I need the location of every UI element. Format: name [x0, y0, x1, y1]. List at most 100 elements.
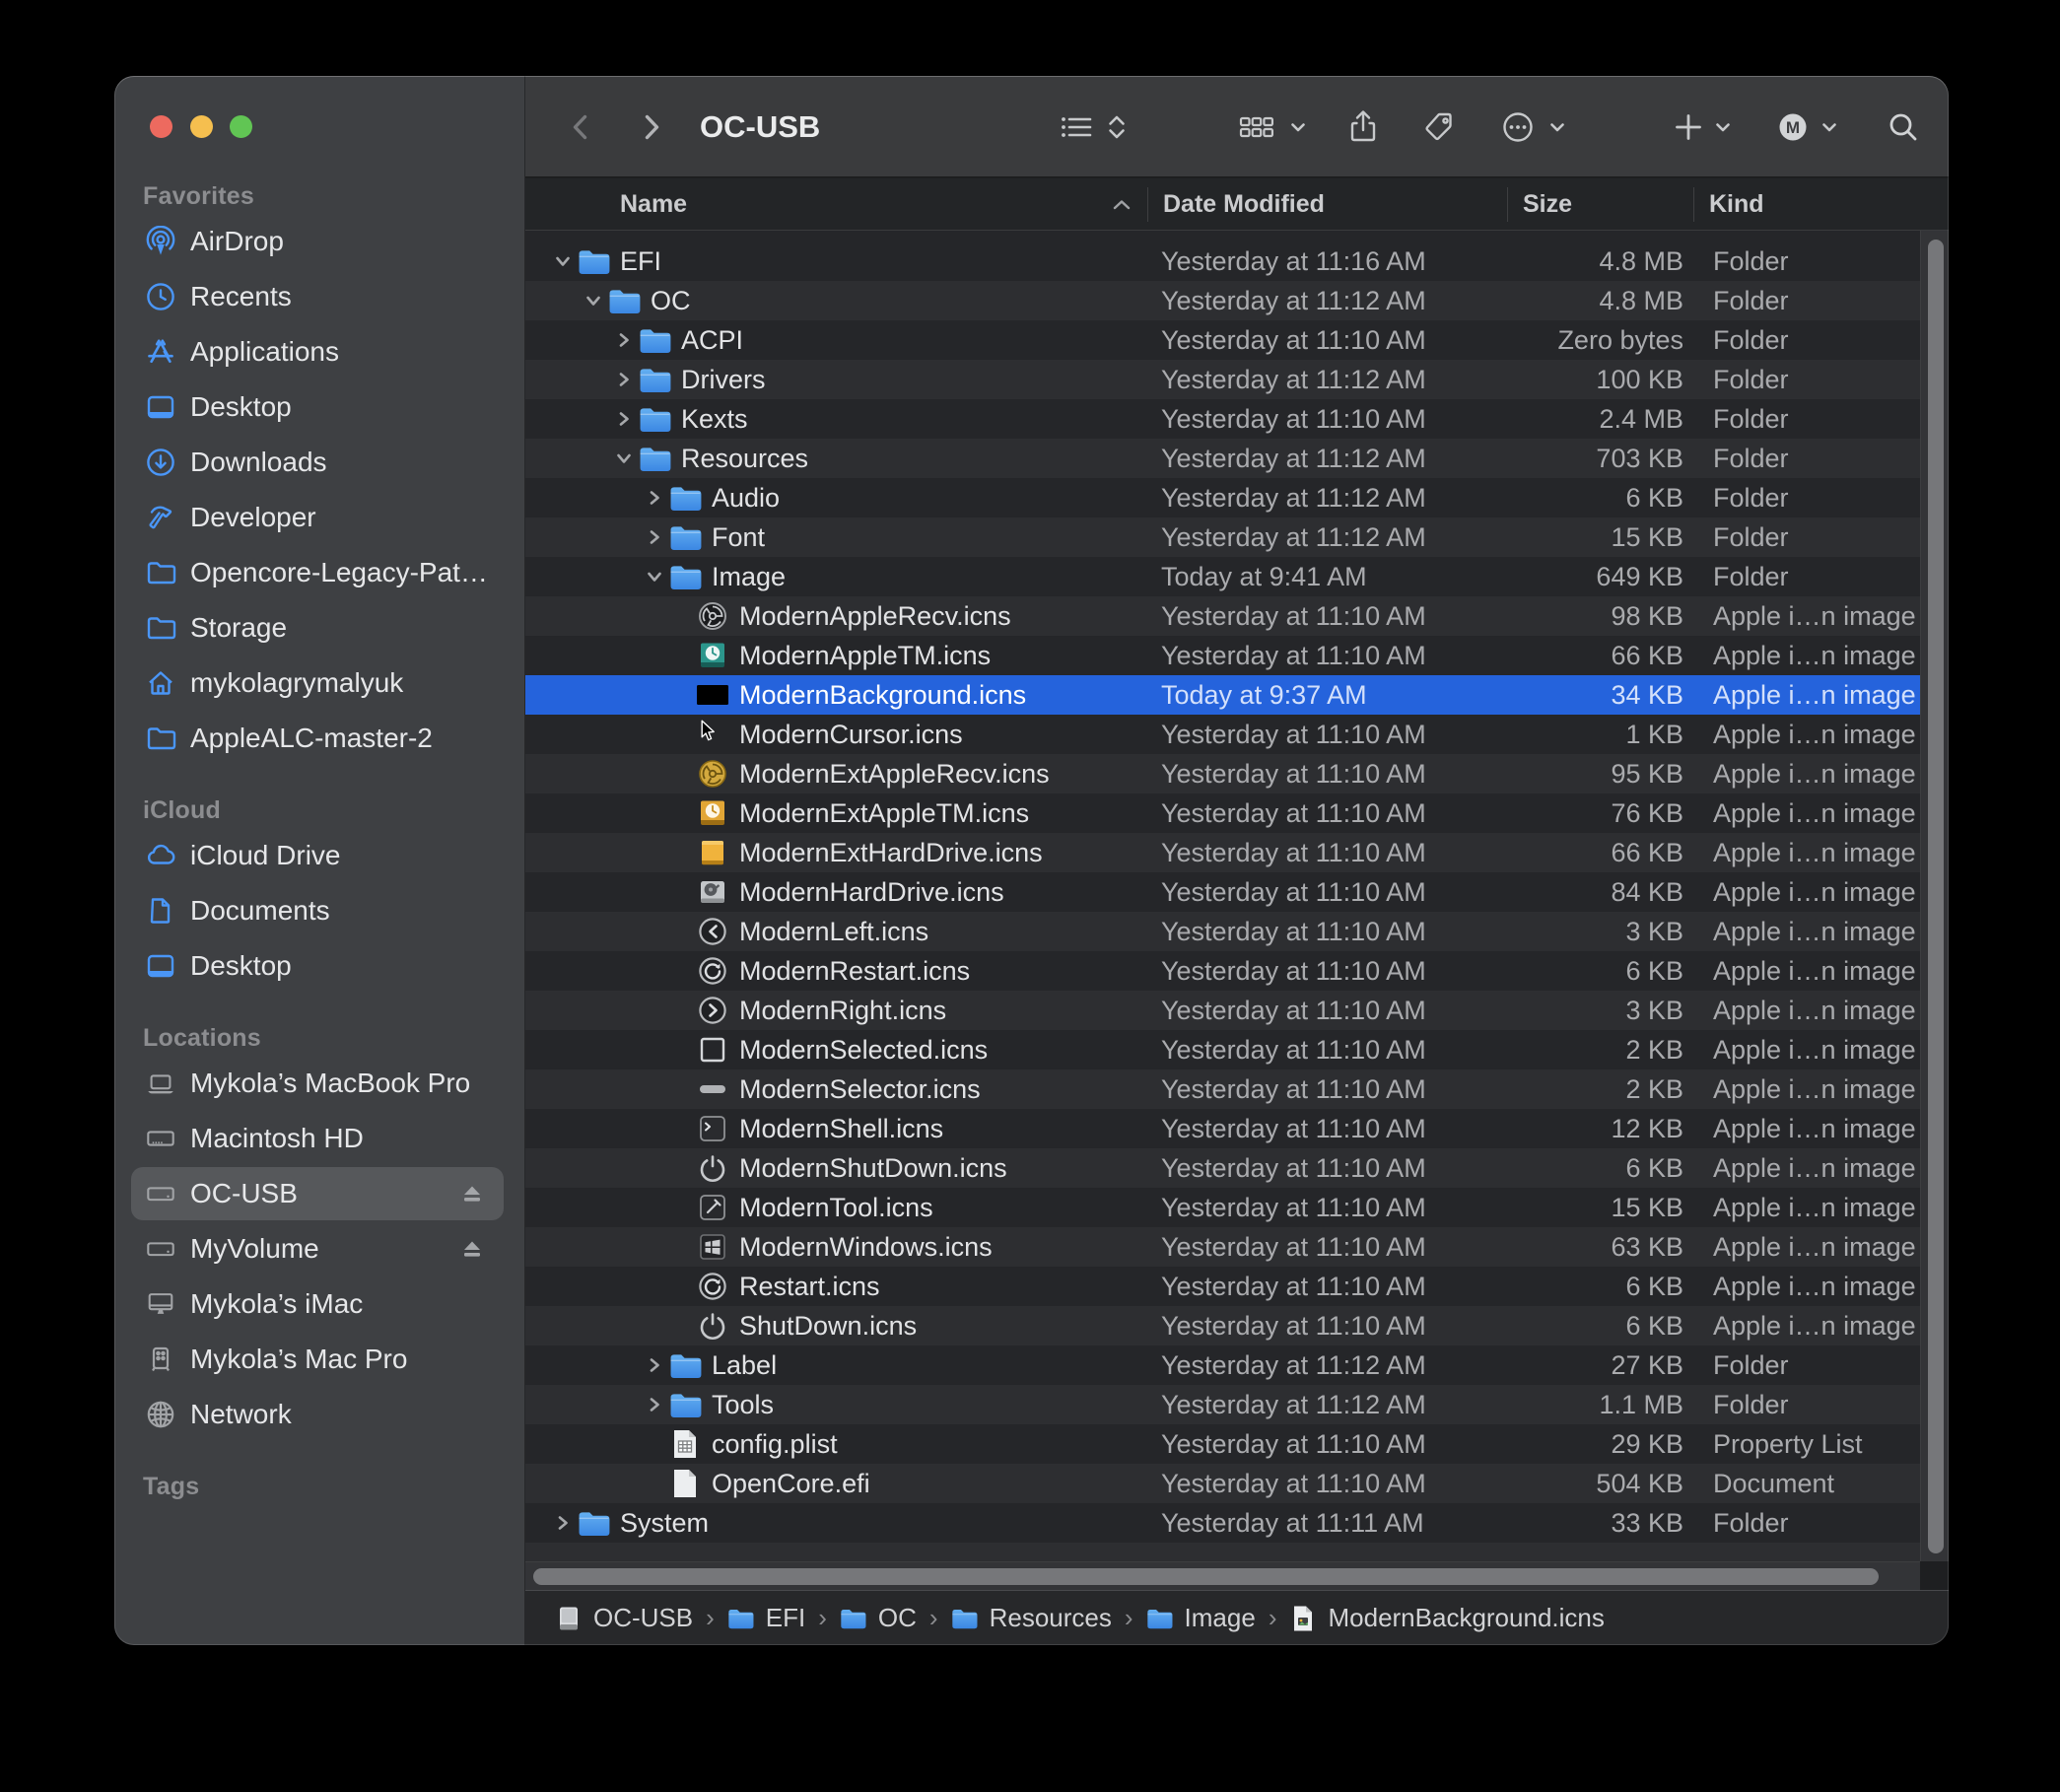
- sidebar-item-airdrop[interactable]: AirDrop: [131, 215, 504, 268]
- vertical-scrollbar-track[interactable]: [1920, 231, 1949, 1561]
- disclosure-down-icon[interactable]: [554, 252, 572, 270]
- disclosure-right-icon[interactable]: [646, 1356, 663, 1374]
- file-row-modernbackground-icns[interactable]: ModernBackground.icnsToday at 9:37 AM34 …: [525, 675, 1920, 715]
- path-item-oc-usb[interactable]: OC-USB: [555, 1603, 693, 1633]
- file-row-kexts[interactable]: KextsYesterday at 11:10 AM2.4 MBFolder: [525, 399, 1920, 439]
- more-chevron-icon[interactable]: [1548, 76, 1566, 177]
- sidebar-item-icloud-drive[interactable]: iCloud Drive: [131, 829, 504, 882]
- view-options-chevrons[interactable]: [1105, 76, 1129, 177]
- path-item-image[interactable]: Image: [1146, 1603, 1256, 1633]
- file-row-moderncursor-icns[interactable]: ModernCursor.icnsYesterday at 11:10 AM1 …: [525, 715, 1920, 754]
- add-icon[interactable]: [1672, 76, 1705, 177]
- column-separator[interactable]: [1693, 187, 1694, 222]
- disclosure-right-icon[interactable]: [554, 1514, 572, 1532]
- disclosure-down-icon[interactable]: [646, 568, 663, 586]
- add-chevron-icon[interactable]: [1714, 76, 1732, 177]
- more-icon[interactable]: [1500, 76, 1536, 177]
- file-row-modernharddrive-icns[interactable]: ModernHardDrive.icnsYesterday at 11:10 A…: [525, 872, 1920, 912]
- eject-icon[interactable]: [460, 1237, 484, 1261]
- sidebar-item-recents[interactable]: Recents: [131, 270, 504, 323]
- file-row-modernapplerecv-icns[interactable]: ModernAppleRecv.icnsYesterday at 11:10 A…: [525, 596, 1920, 636]
- vertical-scrollbar-thumb[interactable]: [1928, 240, 1944, 1553]
- close-button[interactable]: [150, 115, 172, 138]
- file-row-modernselected-icns[interactable]: ModernSelected.icnsYesterday at 11:10 AM…: [525, 1030, 1920, 1069]
- horizontal-scrollbar-thumb[interactable]: [533, 1568, 1879, 1585]
- sidebar-item-documents[interactable]: Documents: [131, 884, 504, 937]
- file-row-modernextharddrive-icns[interactable]: ModernExtHardDrive.icnsYesterday at 11:1…: [525, 833, 1920, 872]
- eject-icon[interactable]: [460, 1182, 484, 1206]
- file-row-image[interactable]: ImageToday at 9:41 AM649 KBFolder: [525, 557, 1920, 596]
- horizontal-scrollbar-track[interactable]: [525, 1561, 1920, 1590]
- file-row-modernrestart-icns[interactable]: ModernRestart.icnsYesterday at 11:10 AM6…: [525, 951, 1920, 991]
- file-row-drivers[interactable]: DriversYesterday at 11:12 AM100 KBFolder: [525, 360, 1920, 399]
- sidebar-item-opencore-legacy-pat-[interactable]: Opencore-Legacy-Pat…: [131, 546, 504, 599]
- sidebar-item-storage[interactable]: Storage: [131, 601, 504, 655]
- search-icon[interactable]: [1886, 76, 1921, 177]
- disclosure-right-icon[interactable]: [646, 528, 663, 546]
- column-header-size[interactable]: Size: [1523, 178, 1572, 231]
- disclosure-right-icon[interactable]: [615, 331, 633, 349]
- sidebar-item-mykolagrymalyuk[interactable]: mykolagrymalyuk: [131, 656, 504, 710]
- sidebar-item-macintosh-hd[interactable]: Macintosh HD: [131, 1112, 504, 1165]
- disclosure-right-icon[interactable]: [646, 1396, 663, 1413]
- forward-button[interactable]: [634, 76, 667, 177]
- disclosure-down-icon[interactable]: [584, 292, 602, 310]
- path-item-modernbackground-icns[interactable]: ModernBackground.icns: [1289, 1603, 1604, 1633]
- sidebar-item-mykola-s-mac-pro[interactable]: Mykola’s Mac Pro: [131, 1333, 504, 1386]
- file-row-resources[interactable]: ResourcesYesterday at 11:12 AM703 KBFold…: [525, 439, 1920, 478]
- file-row-shutdown-icns[interactable]: ShutDown.icnsYesterday at 11:10 AM6 KBAp…: [525, 1306, 1920, 1345]
- sidebar-item-myvolume[interactable]: MyVolume: [131, 1222, 504, 1275]
- group-icon[interactable]: [1238, 76, 1275, 177]
- file-row-restart-icns[interactable]: Restart.icnsYesterday at 11:10 AM6 KBApp…: [525, 1267, 1920, 1306]
- view-list-icon[interactable]: [1059, 76, 1094, 177]
- tag-icon[interactable]: [1421, 76, 1457, 177]
- column-separator[interactable]: [1147, 187, 1148, 222]
- path-item-efi[interactable]: EFI: [727, 1603, 805, 1633]
- sidebar-item-network[interactable]: Network: [131, 1388, 504, 1441]
- back-button[interactable]: [565, 76, 598, 177]
- file-row-tools[interactable]: ToolsYesterday at 11:12 AM1.1 MBFolder: [525, 1385, 1920, 1424]
- zoom-button[interactable]: [230, 115, 252, 138]
- account-avatar[interactable]: M: [1776, 76, 1810, 177]
- minimize-button[interactable]: [190, 115, 213, 138]
- sidebar-item-applealc-master-2[interactable]: AppleALC-master-2: [131, 712, 504, 765]
- column-separator[interactable]: [1507, 187, 1508, 222]
- disclosure-right-icon[interactable]: [615, 410, 633, 428]
- file-row-modernextappletm-icns[interactable]: ModernExtAppleTM.icnsYesterday at 11:10 …: [525, 793, 1920, 833]
- file-row-config-plist[interactable]: config.plistYesterday at 11:10 AM29 KBPr…: [525, 1424, 1920, 1464]
- file-row-label[interactable]: LabelYesterday at 11:12 AM27 KBFolder: [525, 1345, 1920, 1385]
- file-row-system[interactable]: SystemYesterday at 11:11 AM33 KBFolder: [525, 1503, 1920, 1543]
- file-row-modernshell-icns[interactable]: ModernShell.icnsYesterday at 11:10 AM12 …: [525, 1109, 1920, 1148]
- share-icon[interactable]: [1346, 76, 1380, 177]
- disclosure-down-icon[interactable]: [615, 449, 633, 467]
- column-header-date[interactable]: Date Modified: [1163, 178, 1325, 231]
- sidebar-item-developer[interactable]: Developer: [131, 491, 504, 544]
- file-row-modernshutdown-icns[interactable]: ModernShutDown.icnsYesterday at 11:10 AM…: [525, 1148, 1920, 1188]
- sidebar-item-oc-usb[interactable]: OC-USB: [131, 1167, 504, 1220]
- group-chevron-icon[interactable]: [1289, 76, 1307, 177]
- file-row-opencore-efi[interactable]: OpenCore.efiYesterday at 11:10 AM504 KBD…: [525, 1464, 1920, 1503]
- column-header-name[interactable]: Name: [620, 178, 687, 231]
- file-row-modernwindows-icns[interactable]: ModernWindows.icnsYesterday at 11:10 AM6…: [525, 1227, 1920, 1267]
- file-row-moderntool-icns[interactable]: ModernTool.icnsYesterday at 11:10 AM15 K…: [525, 1188, 1920, 1227]
- file-row-oc[interactable]: OCYesterday at 11:12 AM4.8 MBFolder: [525, 281, 1920, 320]
- file-row-modernappletm-icns[interactable]: ModernAppleTM.icnsYesterday at 11:10 AM6…: [525, 636, 1920, 675]
- sidebar-item-mykola-s-macbook-pro[interactable]: Mykola’s MacBook Pro: [131, 1057, 504, 1110]
- column-header-kind[interactable]: Kind: [1709, 178, 1764, 231]
- sidebar-item-desktop[interactable]: Desktop: [131, 939, 504, 993]
- path-item-oc[interactable]: OC: [840, 1603, 917, 1633]
- sidebar-item-mykola-s-imac[interactable]: Mykola’s iMac: [131, 1277, 504, 1331]
- sidebar-item-desktop[interactable]: Desktop: [131, 380, 504, 434]
- file-row-modernleft-icns[interactable]: ModernLeft.icnsYesterday at 11:10 AM3 KB…: [525, 912, 1920, 951]
- disclosure-right-icon[interactable]: [646, 489, 663, 507]
- sidebar-item-downloads[interactable]: Downloads: [131, 436, 504, 489]
- file-row-modernextapplerecv-icns[interactable]: ModernExtAppleRecv.icnsYesterday at 11:1…: [525, 754, 1920, 793]
- file-row-modernright-icns[interactable]: ModernRight.icnsYesterday at 11:10 AM3 K…: [525, 991, 1920, 1030]
- file-row-acpi[interactable]: ACPIYesterday at 11:10 AMZero bytesFolde…: [525, 320, 1920, 360]
- sidebar-item-applications[interactable]: Applications: [131, 325, 504, 379]
- file-row-audio[interactable]: AudioYesterday at 11:12 AM6 KBFolder: [525, 478, 1920, 517]
- file-row-modernselector-icns[interactable]: ModernSelector.icnsYesterday at 11:10 AM…: [525, 1069, 1920, 1109]
- disclosure-right-icon[interactable]: [615, 371, 633, 388]
- path-item-resources[interactable]: Resources: [951, 1603, 1112, 1633]
- file-row-efi[interactable]: EFIYesterday at 11:16 AM4.8 MBFolder: [525, 241, 1920, 281]
